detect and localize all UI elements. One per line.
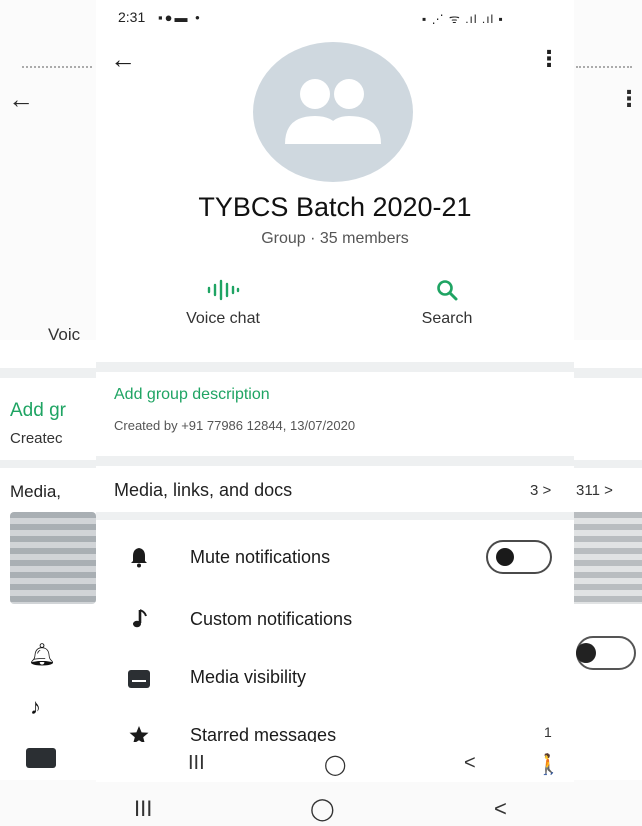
background-created-label: Createc <box>10 430 63 447</box>
background-thumbnail <box>10 512 96 604</box>
background-home-icon: ◯ <box>310 796 335 821</box>
phone-navigation-bar: III ◯ < 🚶 <box>96 742 574 782</box>
voice-chat-button[interactable]: Voice chat <box>158 278 288 328</box>
search-label: Search <box>421 310 473 327</box>
group-people-icon <box>285 79 381 144</box>
search-icon <box>382 278 512 304</box>
recents-icon[interactable]: III <box>188 752 205 775</box>
media-visibility-label: Media visibility <box>190 667 307 687</box>
home-icon[interactable]: ◯ <box>324 752 346 777</box>
mute-notifications-row[interactable]: Mute notifications <box>96 532 574 586</box>
media-count: 3 > <box>530 482 552 499</box>
back-nav-icon[interactable]: < <box>464 752 476 775</box>
background-music-note-icon: ♪ <box>30 694 41 719</box>
image-icon <box>128 670 150 688</box>
background-media-count: 311 > <box>576 482 613 499</box>
accessibility-icon[interactable]: 🚶 <box>536 752 561 777</box>
background-bell-icon: 🔔︎ <box>28 642 56 667</box>
media-links-docs-row[interactable]: Media, links, and docs 3 > <box>96 468 574 512</box>
background-thumbnail <box>574 512 642 604</box>
arrow-left-icon[interactable]: ← <box>110 44 136 75</box>
custom-notifications-label: Custom notifications <box>190 609 353 629</box>
background-toggle <box>576 636 636 670</box>
search-button[interactable]: Search <box>382 278 512 328</box>
status-time: 2:31 <box>118 9 146 25</box>
background-kebab-icon: ⋮ <box>618 86 640 111</box>
background-back-nav-icon: < <box>494 796 507 821</box>
group-avatar[interactable] <box>253 42 413 182</box>
music-note-icon <box>128 608 150 630</box>
mute-notifications-toggle[interactable] <box>486 540 552 574</box>
signal-battery-icons: ▪ ⋰ ᯤ .ıl .ıl ▪ <box>422 12 504 26</box>
kebab-menu-icon[interactable]: ⋮ <box>538 46 560 72</box>
section-divider <box>96 362 574 372</box>
background-media-label: Media, <box>10 482 62 501</box>
background-add-group-label: Add gr <box>10 400 66 421</box>
background-back-icon: ← <box>8 84 34 114</box>
background-recents-icon: III <box>134 796 153 821</box>
starred-messages-count: 1 <box>544 724 552 740</box>
voice-chat-label: Voice chat <box>186 310 260 327</box>
group-name[interactable]: TYBCS Batch 2020-21 <box>96 192 574 223</box>
custom-notifications-row[interactable]: Custom notifications <box>96 594 574 648</box>
group-info-screen: 2:31 ▪●▬ • ▪ ⋰ ᯤ .ıl .ıl ▪ ← ⋮ TYBCS Bat… <box>96 0 574 782</box>
group-member-count: Group · 35 members <box>261 230 409 247</box>
notification-icons: ▪●▬ • <box>158 10 202 25</box>
section-divider <box>96 512 574 520</box>
background-dotted-line <box>22 66 92 68</box>
voice-wave-icon <box>158 278 288 304</box>
background-image-icon <box>26 748 56 768</box>
mute-notifications-label: Mute notifications <box>190 547 331 567</box>
toggle-knob <box>496 548 514 566</box>
background-dotted-line <box>576 66 632 68</box>
bell-icon <box>128 546 150 568</box>
background-voice-label: Voic <box>48 325 81 344</box>
media-label: Media, links, and docs <box>114 480 293 500</box>
status-bar: 2:31 ▪●▬ • ▪ ⋰ ᯤ .ıl .ıl ▪ <box>96 0 574 36</box>
created-by-text: Created by +91 77986 12844, 13/07/2020 <box>114 418 356 433</box>
section-divider <box>96 456 574 466</box>
media-visibility-row[interactable]: Media visibility <box>96 652 574 706</box>
add-group-description-link[interactable]: Add group description <box>114 386 270 404</box>
